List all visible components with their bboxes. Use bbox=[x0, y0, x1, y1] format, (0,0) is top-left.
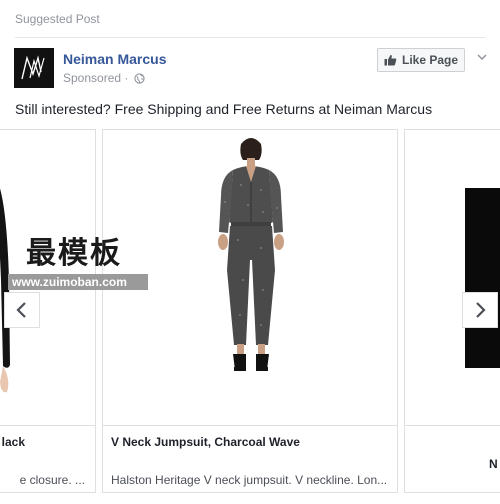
sponsored-label[interactable]: Sponsored bbox=[63, 71, 121, 85]
watermark-text: 最模板 bbox=[26, 236, 122, 271]
product-carousel: lack e closure. ... V Neck Jumpsuit, Cha… bbox=[0, 129, 500, 504]
carousel-next-button[interactable] bbox=[462, 292, 498, 328]
globe-icon bbox=[134, 73, 145, 84]
watermark: 最模板 www.zuimoban.com bbox=[8, 228, 156, 290]
card-divider bbox=[103, 425, 397, 426]
neiman-marcus-logo[interactable] bbox=[14, 48, 54, 88]
watermark-url: www.zuimoban.com bbox=[8, 274, 148, 290]
product-image[interactable] bbox=[405, 130, 500, 425]
product-title[interactable]: V Neck Jumpsuit, Charcoal Wave bbox=[111, 435, 300, 449]
carousel-prev-button[interactable] bbox=[4, 292, 40, 328]
chevron-left-icon bbox=[16, 302, 26, 318]
sponsored-line: Sponsored · bbox=[63, 71, 145, 85]
suggested-post-label: Suggested Post bbox=[15, 12, 100, 26]
like-page-label: Like Page bbox=[401, 53, 459, 67]
post-message: Still interested? Free Shipping and Free… bbox=[15, 101, 433, 117]
card-divider bbox=[0, 425, 95, 426]
logo-monogram-icon bbox=[21, 55, 45, 80]
product-title[interactable]: N bbox=[489, 457, 498, 471]
chevron-down-icon[interactable] bbox=[476, 51, 488, 63]
header-divider bbox=[15, 37, 485, 38]
card-divider bbox=[405, 425, 500, 426]
product-description: e closure. ... bbox=[19, 473, 85, 487]
product-photo-black-item bbox=[465, 188, 500, 368]
carousel-card[interactable]: V Neck Jumpsuit, Charcoal Wave Halston H… bbox=[102, 129, 398, 493]
product-description: Halston Heritage V neck jumpsuit. V neck… bbox=[111, 473, 388, 487]
like-page-button[interactable]: Like Page bbox=[377, 48, 465, 72]
page-name-link[interactable]: Neiman Marcus bbox=[63, 51, 166, 67]
sponsored-separator: · bbox=[124, 71, 129, 85]
product-title[interactable]: lack bbox=[2, 435, 25, 449]
thumbs-up-icon bbox=[384, 54, 397, 66]
chevron-right-icon bbox=[476, 302, 486, 318]
